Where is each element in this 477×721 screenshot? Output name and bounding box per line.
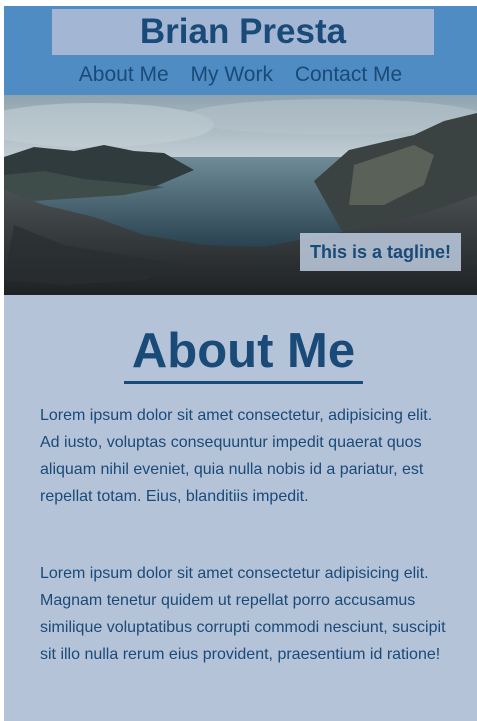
main-nav: About Me My Work Contact Me xyxy=(4,60,477,90)
about-paragraph-2: Lorem ipsum dolor sit amet consectetur a… xyxy=(40,565,446,663)
about-paragraph-1: Lorem ipsum dolor sit amet consectetur, … xyxy=(40,407,433,505)
site-header: Brian Presta About Me My Work Contact Me xyxy=(4,6,477,95)
hero-banner: This is a tagline! xyxy=(4,95,477,295)
nav-link-contact-me[interactable]: Contact Me xyxy=(295,63,402,86)
nav-link-about-me[interactable]: About Me xyxy=(79,63,169,86)
about-heading: About Me xyxy=(124,323,363,384)
nav-link-my-work[interactable]: My Work xyxy=(191,63,273,86)
page: Brian Presta About Me My Work Contact Me xyxy=(4,6,477,721)
hero-tagline: This is a tagline! xyxy=(299,233,461,271)
site-title: Brian Presta xyxy=(52,9,434,55)
